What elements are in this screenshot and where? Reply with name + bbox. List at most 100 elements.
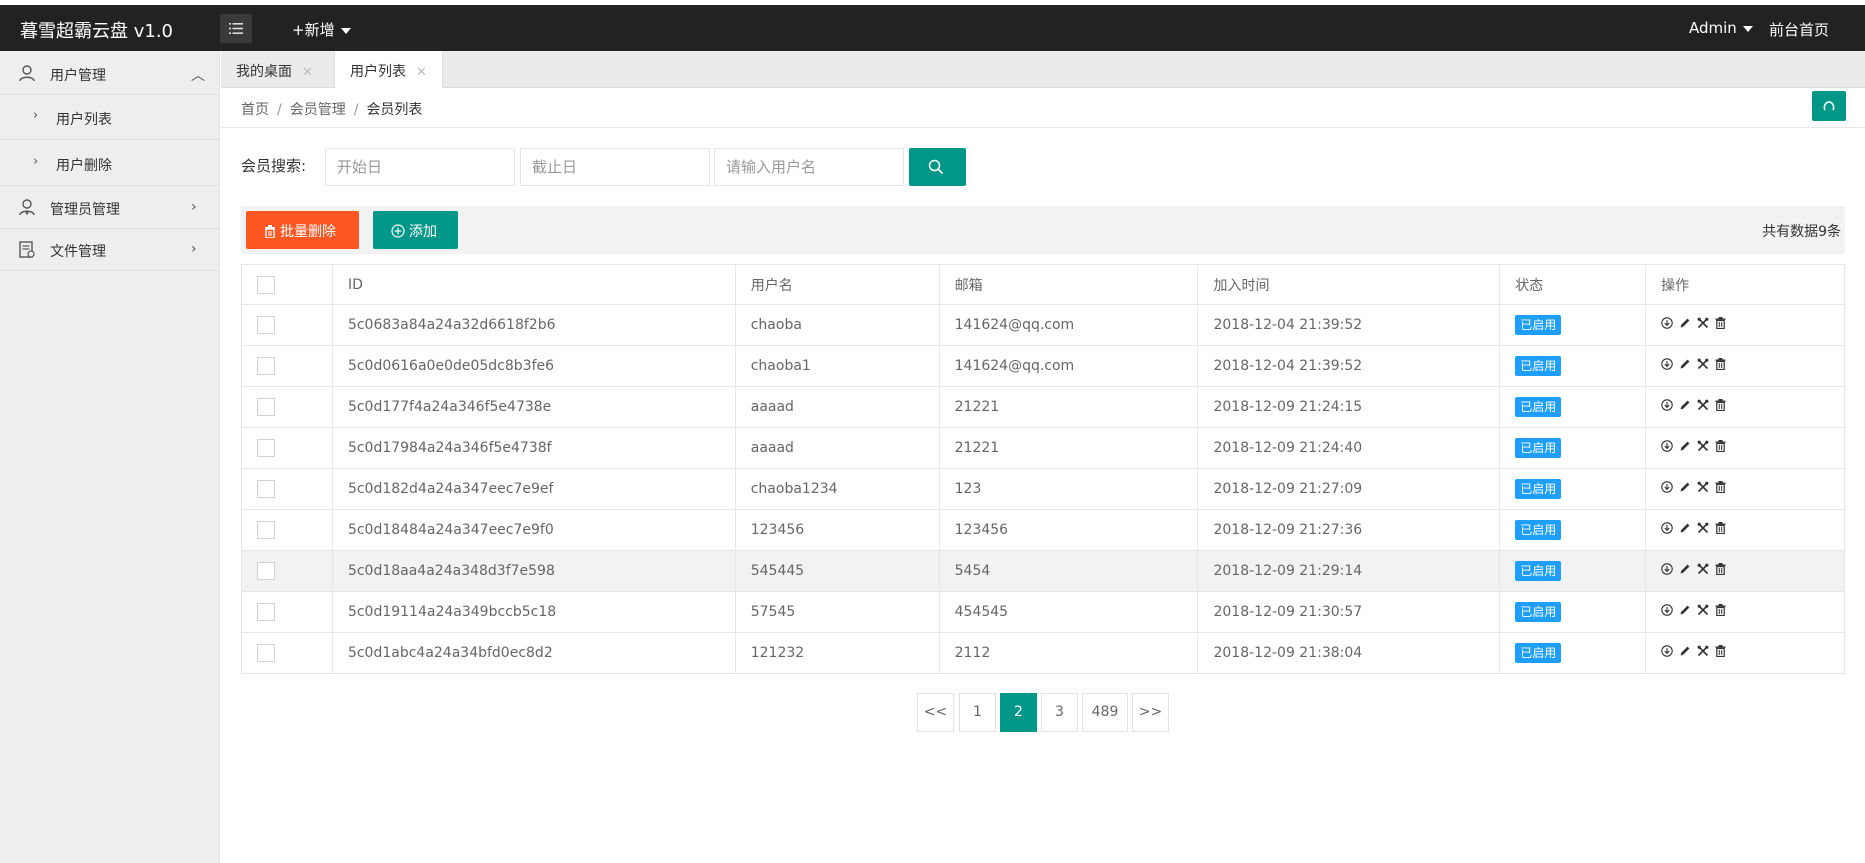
edit-icon[interactable]: [1679, 522, 1691, 538]
trash-icon[interactable]: [1715, 522, 1726, 538]
cell-username: 123456: [734, 509, 940, 551]
trash-icon[interactable]: [1715, 399, 1726, 415]
sidebar-item-user-delete[interactable]: › 用户删除: [0, 141, 220, 186]
chevron-right-icon: ›: [33, 108, 39, 123]
refresh-button[interactable]: [1812, 91, 1846, 121]
cell-username: 57545: [734, 591, 940, 633]
breadcrumb-members[interactable]: 会员管理: [290, 102, 346, 118]
search-button[interactable]: [909, 148, 966, 186]
row-checkbox[interactable]: [257, 603, 275, 621]
tools-icon[interactable]: [1697, 645, 1709, 661]
edit-icon[interactable]: [1679, 481, 1691, 497]
table-row[interactable]: 5c0d182d4a24a347eec7e9ef chaoba1234 123 201…: [241, 468, 1845, 510]
table-row[interactable]: 5c0683a84a24a32d6618f2b6 chaoba 141624@qq.…: [241, 304, 1845, 346]
page-button[interactable]: 489: [1082, 693, 1128, 732]
status-badge: 已启用: [1515, 520, 1562, 540]
select-all-checkbox[interactable]: [257, 275, 275, 294]
trash-icon[interactable]: [1715, 440, 1726, 456]
table-row[interactable]: 5c0d0616a0e0de05dc8b3fe6 chaoba1 141624@qq…: [241, 345, 1845, 387]
edit-icon[interactable]: [1679, 645, 1691, 661]
row-checkbox[interactable]: [257, 562, 275, 580]
trash-icon: [265, 225, 275, 239]
row-checkbox[interactable]: [257, 316, 275, 334]
download-icon[interactable]: [1661, 604, 1673, 620]
sidebar-item-user-list[interactable]: › 用户列表: [0, 95, 220, 140]
download-icon[interactable]: [1661, 481, 1673, 497]
cell-id: 5c0d182d4a24a347eec7e9ef: [331, 468, 736, 510]
trash-icon[interactable]: [1715, 317, 1726, 333]
table-row[interactable]: 5c0d18484a24a347eec7e9f0 123456 123456 2018…: [241, 509, 1845, 551]
sidebar-item-user-management[interactable]: 用户管理 ︿: [0, 53, 220, 95]
table-row[interactable]: 5c0d1abc4a24a34bfd0ec8d2 121232 2112 2018-1…: [241, 632, 1845, 674]
cell-status: 已启用: [1499, 427, 1647, 469]
batch-delete-button[interactable]: 批量删除: [246, 211, 359, 249]
tools-icon[interactable]: [1697, 563, 1709, 579]
tab-user-list[interactable]: 用户列表 ✕: [334, 51, 443, 89]
cell-status: 已启用: [1499, 386, 1647, 428]
page-button-current[interactable]: 2: [1000, 693, 1037, 732]
start-date-input[interactable]: [325, 148, 515, 186]
cell-actions: [1645, 591, 1845, 633]
cell-status: 已启用: [1499, 509, 1647, 551]
table-row[interactable]: 5c0d19114a24a349bccb5c18 57545 454545 2018-…: [241, 591, 1845, 633]
row-checkbox[interactable]: [257, 398, 275, 416]
menu-toggle-button[interactable]: [220, 14, 252, 43]
cell-username: 121232: [734, 632, 940, 674]
trash-icon[interactable]: [1715, 645, 1726, 661]
edit-icon[interactable]: [1679, 604, 1691, 620]
breadcrumb-home[interactable]: 首页: [241, 102, 269, 118]
sidebar-item-file-management[interactable]: 文件管理 ›: [0, 229, 220, 271]
row-checkbox[interactable]: [257, 439, 275, 457]
trash-icon[interactable]: [1715, 604, 1726, 620]
end-date-input[interactable]: [520, 148, 710, 186]
page-prev-button[interactable]: <<: [917, 693, 954, 732]
close-icon[interactable]: ✕: [416, 65, 427, 80]
edit-icon[interactable]: [1679, 358, 1691, 374]
table-row[interactable]: 5c0d17984a24a346f5e4738f aaaad 21221 2018-1…: [241, 427, 1845, 469]
edit-icon[interactable]: [1679, 399, 1691, 415]
status-badge: 已启用: [1515, 602, 1562, 622]
row-checkbox[interactable]: [257, 521, 275, 539]
front-page-link[interactable]: 前台首页: [1769, 19, 1829, 40]
table-row[interactable]: 5c0d177f4a24a346f5e4738e aaaad 21221 2018-1…: [241, 386, 1845, 428]
cell-actions: [1645, 550, 1845, 592]
download-icon[interactable]: [1661, 440, 1673, 456]
page-button[interactable]: 1: [959, 693, 996, 732]
add-new-menu[interactable]: +新增: [292, 19, 351, 40]
tools-icon[interactable]: [1697, 604, 1709, 620]
download-icon[interactable]: [1661, 317, 1673, 333]
download-icon[interactable]: [1661, 358, 1673, 374]
download-icon[interactable]: [1661, 399, 1673, 415]
cell-id: 5c0d18484a24a347eec7e9f0: [331, 509, 736, 551]
page-next-button[interactable]: >>: [1132, 693, 1169, 732]
row-checkbox[interactable]: [257, 357, 275, 375]
trash-icon[interactable]: [1715, 563, 1726, 579]
edit-icon[interactable]: [1679, 563, 1691, 579]
download-icon[interactable]: [1661, 522, 1673, 538]
table-row[interactable]: 5c0d18aa4a24a348d3f7e598 545445 5454 2018-1…: [241, 550, 1845, 592]
download-icon[interactable]: [1661, 563, 1673, 579]
breadcrumb-separator: /: [277, 102, 282, 118]
row-checkbox[interactable]: [257, 644, 275, 662]
trash-icon[interactable]: [1715, 358, 1726, 374]
add-button[interactable]: 添加: [373, 211, 458, 249]
edit-icon[interactable]: [1679, 317, 1691, 333]
cell-username: chaoba: [734, 304, 940, 346]
tools-icon[interactable]: [1697, 440, 1709, 456]
tools-icon[interactable]: [1697, 522, 1709, 538]
row-checkbox[interactable]: [257, 480, 275, 498]
download-icon[interactable]: [1661, 645, 1673, 661]
admin-menu[interactable]: Admin: [1689, 19, 1753, 37]
trash-icon[interactable]: [1715, 481, 1726, 497]
tools-icon[interactable]: [1697, 317, 1709, 333]
page-button[interactable]: 3: [1041, 693, 1078, 732]
tools-icon[interactable]: [1697, 399, 1709, 415]
close-icon[interactable]: ✕: [302, 65, 313, 80]
status-badge: 已启用: [1515, 397, 1562, 417]
tools-icon[interactable]: [1697, 481, 1709, 497]
username-search-input[interactable]: [714, 148, 904, 186]
tools-icon[interactable]: [1697, 358, 1709, 374]
edit-icon[interactable]: [1679, 440, 1691, 456]
sidebar-item-admin-management[interactable]: 管理员管理 ›: [0, 187, 220, 229]
tab-my-desktop[interactable]: 我的桌面 ✕: [221, 51, 328, 88]
